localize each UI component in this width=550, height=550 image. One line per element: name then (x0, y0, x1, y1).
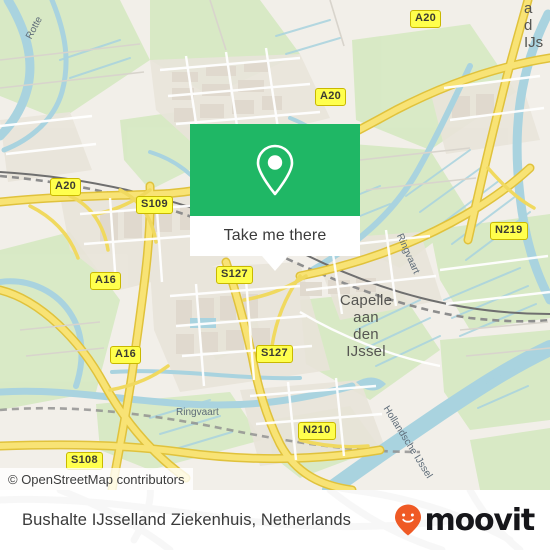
map-place-label-capelle-aan-den-ijssel: Capelle aan den IJssel (334, 292, 398, 360)
osm-attribution[interactable]: © OpenStreetMap contributors (0, 468, 193, 490)
map-water-label-ringvaart-south: Ringvaart (176, 407, 219, 418)
road-shield-a20-n: A20 (315, 88, 347, 106)
take-me-there-label: Take me there (223, 227, 327, 244)
road-shield-s127-n: S127 (216, 266, 253, 284)
moovit-wordmark: moovit (424, 502, 536, 538)
place-line: den (353, 326, 379, 343)
road-shield-a20-ne: A20 (410, 10, 442, 28)
place-line: IJssel (346, 343, 386, 360)
map-place-label-clipped: a d IJs (524, 0, 550, 51)
take-me-there-callout[interactable]: Take me there (190, 124, 360, 271)
place-line: Capelle (339, 292, 393, 309)
moovit-brand[interactable]: moovit (393, 502, 536, 538)
road-shield-a20-w: A20 (50, 178, 82, 196)
osm-attribution-text: © OpenStreetMap contributors (8, 471, 185, 487)
road-shield-n219: N219 (490, 222, 528, 240)
footer-content: Bushalte IJsselland Ziekenhuis, Netherla… (0, 490, 550, 550)
road-shield-n210: N210 (298, 422, 336, 440)
road-shield-s127-s: S127 (256, 345, 293, 363)
callout-icon-area (190, 124, 360, 216)
road-shield-s109: S109 (136, 196, 173, 214)
map-pin-icon (256, 144, 294, 196)
callout-action-area[interactable]: Take me there (190, 216, 360, 256)
callout-pointer (262, 256, 288, 271)
footer-bar: Bushalte IJsselland Ziekenhuis, Netherla… (0, 490, 550, 550)
footer-title: Bushalte IJsselland Ziekenhuis, Netherla… (22, 510, 351, 529)
moovit-smiley-pin-icon (394, 504, 421, 536)
map-canvas[interactable]: Rotte Ringvaart Ringvaart Hollandsche IJ… (0, 0, 550, 490)
road-shield-a16-s: A16 (110, 346, 142, 364)
place-line: d (524, 17, 533, 34)
place-line: IJs (524, 34, 544, 51)
place-line: a (524, 0, 533, 17)
road-shield-a16-n: A16 (90, 272, 122, 290)
moovit-station-map-page: Rotte Ringvaart Ringvaart Hollandsche IJ… (0, 0, 550, 550)
place-line: aan (353, 309, 379, 326)
